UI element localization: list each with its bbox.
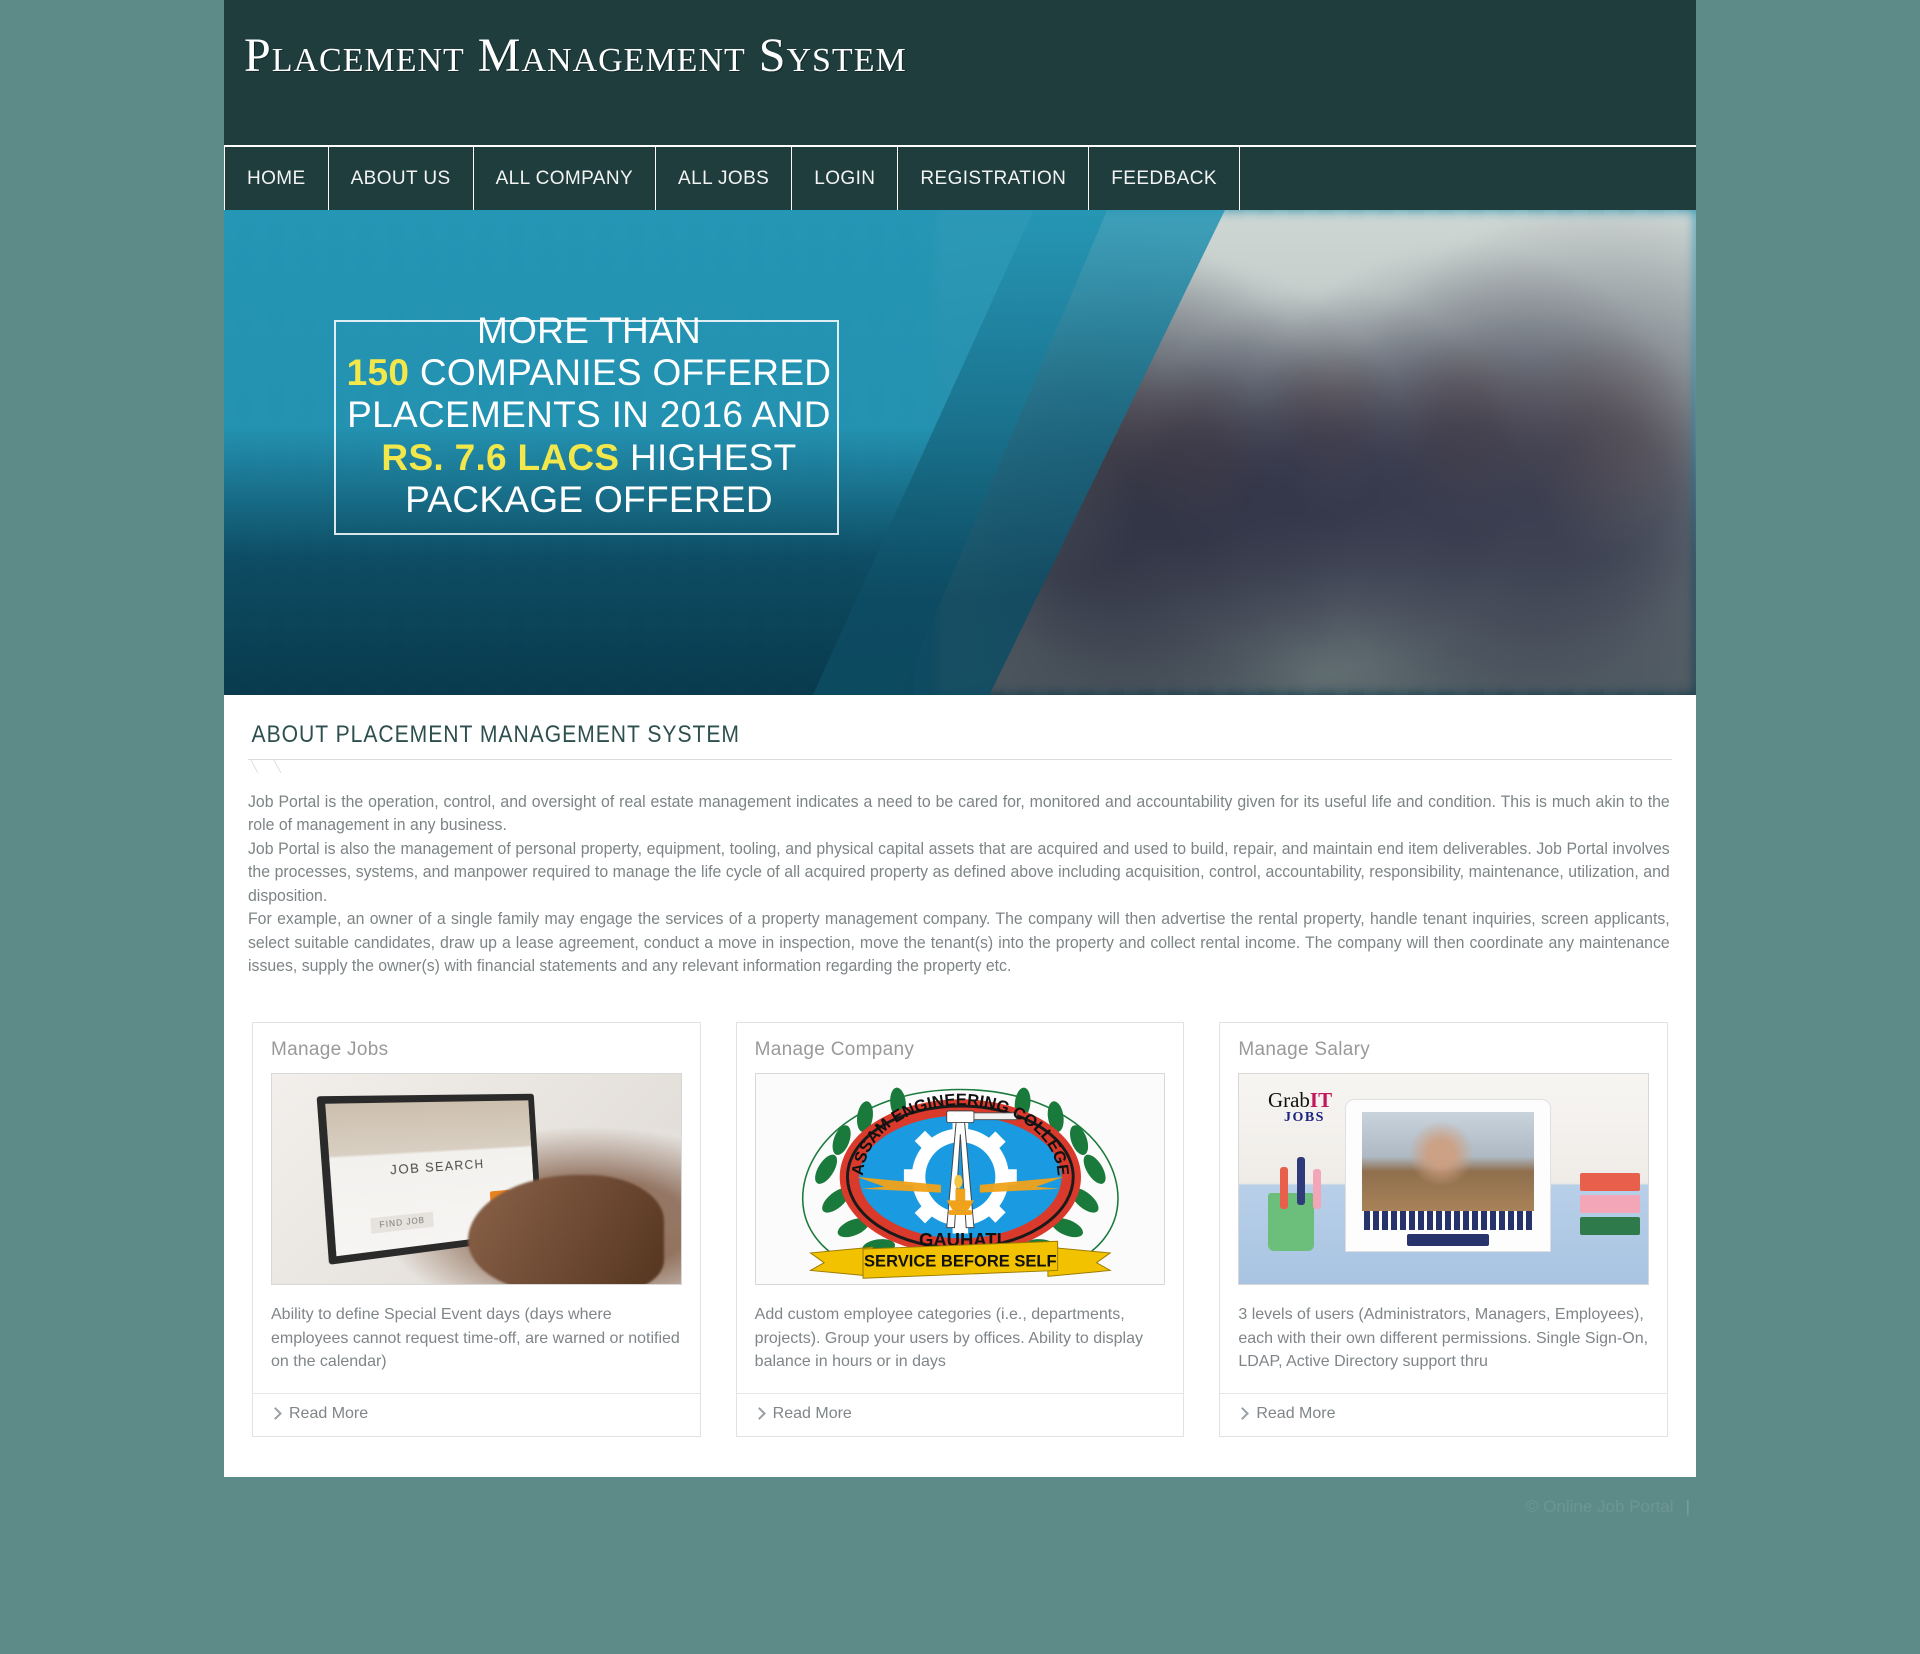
nav-item-about-us[interactable]: About Us bbox=[329, 147, 474, 210]
banner-line-4-rest: HIGHEST bbox=[619, 436, 797, 478]
banner-line-1: MORE THAN bbox=[476, 310, 702, 351]
nav-item-login[interactable]: Login bbox=[792, 147, 899, 210]
card-footer: Read More bbox=[1220, 1392, 1668, 1437]
banner-package-amount: RS. 7.6 LACS bbox=[381, 436, 620, 478]
laptop-trackpad bbox=[1406, 1234, 1489, 1247]
card-title: Manage Jobs bbox=[271, 1039, 389, 1061]
brand-it: IT bbox=[1309, 1088, 1333, 1113]
feature-card-manage-salary[interactable]: Manage Salary GrabIT JOBS 3 levels of us… bbox=[1219, 1022, 1669, 1438]
main-navigation: Home About Us All Company All Jobs Login Regi… bbox=[224, 145, 1696, 210]
page-title: Placement Management System bbox=[244, 29, 907, 82]
nav-item-all-jobs[interactable]: All Jobs bbox=[656, 147, 793, 210]
brand-jobs: JOBS bbox=[1283, 1110, 1325, 1126]
site-page: Placement Management System Home About Us… bbox=[224, 0, 1696, 1654]
banner-line-2-rest: COMPANIES OFFERED bbox=[409, 352, 832, 394]
laptop-illustration bbox=[1345, 1099, 1550, 1251]
read-more-link[interactable]: Read More bbox=[269, 1404, 369, 1423]
chevron-right-icon bbox=[1236, 1407, 1250, 1421]
book-green bbox=[1579, 1216, 1640, 1235]
card-title: Manage Salary bbox=[1238, 1039, 1371, 1061]
assam-engineering-college-logo: ASSAM ENGINEERING COLLEGE GAUHATI SERVIC… bbox=[755, 1074, 1165, 1285]
footer-separator: | bbox=[1685, 1497, 1690, 1517]
about-paragraph: Job Portal is the operation, control, an… bbox=[248, 793, 1670, 835]
site-header: Placement Management System bbox=[224, 0, 1696, 145]
nav-item-all-company[interactable]: All Company bbox=[474, 147, 657, 210]
section-divider bbox=[248, 759, 1672, 773]
laptop-keyboard bbox=[1363, 1211, 1532, 1230]
copyright-text: © Online Job Portal bbox=[1525, 1497, 1674, 1517]
feature-card-manage-jobs[interactable]: Manage Jobs JOB SEARCH FIND JOB Ability … bbox=[252, 1022, 701, 1438]
nav-item-registration[interactable]: Registration bbox=[898, 147, 1090, 210]
card-title: Manage Company bbox=[754, 1039, 915, 1061]
brand-grab: Grab bbox=[1267, 1088, 1310, 1113]
job-search-laptop-image: JOB SEARCH FIND JOB bbox=[272, 1074, 681, 1285]
site-footer: © Online Job Portal | bbox=[224, 1477, 1696, 1537]
card-description: Ability to define Special Event days (da… bbox=[271, 1306, 680, 1370]
pen-cup bbox=[1267, 1192, 1314, 1251]
card-footer: Read More bbox=[253, 1392, 700, 1437]
banner-companies-count: 150 bbox=[346, 352, 410, 394]
hero-banner: MORE THAN 150 COMPANIES OFFERED PLACEMEN… bbox=[224, 210, 1696, 695]
nav-item-home[interactable]: Home bbox=[224, 147, 329, 210]
banner-line-2: 150 COMPANIES OFFERED bbox=[334, 352, 844, 394]
banner-line-5: PACKAGE OFFERED bbox=[405, 478, 773, 520]
read-more-link[interactable]: Read More bbox=[752, 1404, 852, 1423]
chevron-right-icon bbox=[752, 1407, 766, 1421]
card-description: 3 levels of users (Administrators, Manag… bbox=[1238, 1306, 1649, 1370]
card-footer: Read More bbox=[736, 1392, 1184, 1437]
college-crest-svg: ASSAM ENGINEERING COLLEGE GAUHATI SERVIC… bbox=[801, 1087, 1119, 1280]
nav-item-feedback[interactable]: Feedback bbox=[1089, 147, 1240, 210]
screen-button-text: FIND JOB bbox=[370, 1212, 434, 1235]
read-more-label: Read More bbox=[1256, 1404, 1336, 1422]
banner-line-4: RS. 7.6 LACS HIGHEST bbox=[334, 437, 844, 479]
feature-card-list: Manage Jobs JOB SEARCH FIND JOB Ability … bbox=[248, 1022, 1672, 1438]
book-red bbox=[1579, 1172, 1640, 1191]
college-motto-text: SERVICE BEFORE SELF bbox=[864, 1252, 1057, 1271]
about-section-heading: About Placement Management System bbox=[251, 721, 740, 748]
book-stack bbox=[1579, 1172, 1640, 1251]
about-body: Job Portal is the operation, control, an… bbox=[248, 791, 1670, 978]
read-more-label: Read More bbox=[289, 1404, 369, 1422]
feature-card-manage-company[interactable]: Manage Company ASSAM ENGINEERING COLLEGE… bbox=[735, 1022, 1185, 1438]
card-description: Add custom employee categories (i.e., de… bbox=[754, 1306, 1143, 1370]
book-pink bbox=[1579, 1194, 1640, 1213]
main-content: About Placement Management System Job Po… bbox=[224, 695, 1696, 1478]
about-paragraph: For example, an owner of a single family… bbox=[248, 910, 1670, 975]
about-paragraph: Job Portal is also the management of per… bbox=[248, 839, 1670, 905]
screen-title-text: JOB SEARCH bbox=[389, 1156, 485, 1178]
card-image-job-search: JOB SEARCH FIND JOB bbox=[271, 1073, 682, 1286]
grabit-brand-logo: GrabIT JOBS bbox=[1267, 1088, 1333, 1126]
pen-red bbox=[1280, 1166, 1289, 1209]
banner-text-block: MORE THAN 150 COMPANIES OFFERED PLACEMEN… bbox=[334, 310, 844, 521]
read-more-label: Read More bbox=[772, 1404, 852, 1422]
read-more-link[interactable]: Read More bbox=[1236, 1404, 1336, 1423]
grabit-jobs-laptop-image: GrabIT JOBS bbox=[1239, 1074, 1649, 1285]
pen-blue bbox=[1296, 1156, 1305, 1205]
card-image-college-logo: ASSAM ENGINEERING COLLEGE GAUHATI SERVIC… bbox=[754, 1073, 1166, 1286]
chevron-right-icon bbox=[269, 1407, 282, 1421]
pen-pink bbox=[1312, 1168, 1321, 1209]
card-image-grabit-jobs: GrabIT JOBS bbox=[1238, 1073, 1650, 1286]
laptop-screen-photo bbox=[1361, 1111, 1534, 1212]
banner-line-3: PLACEMENTS IN 2016 AND bbox=[347, 394, 831, 436]
